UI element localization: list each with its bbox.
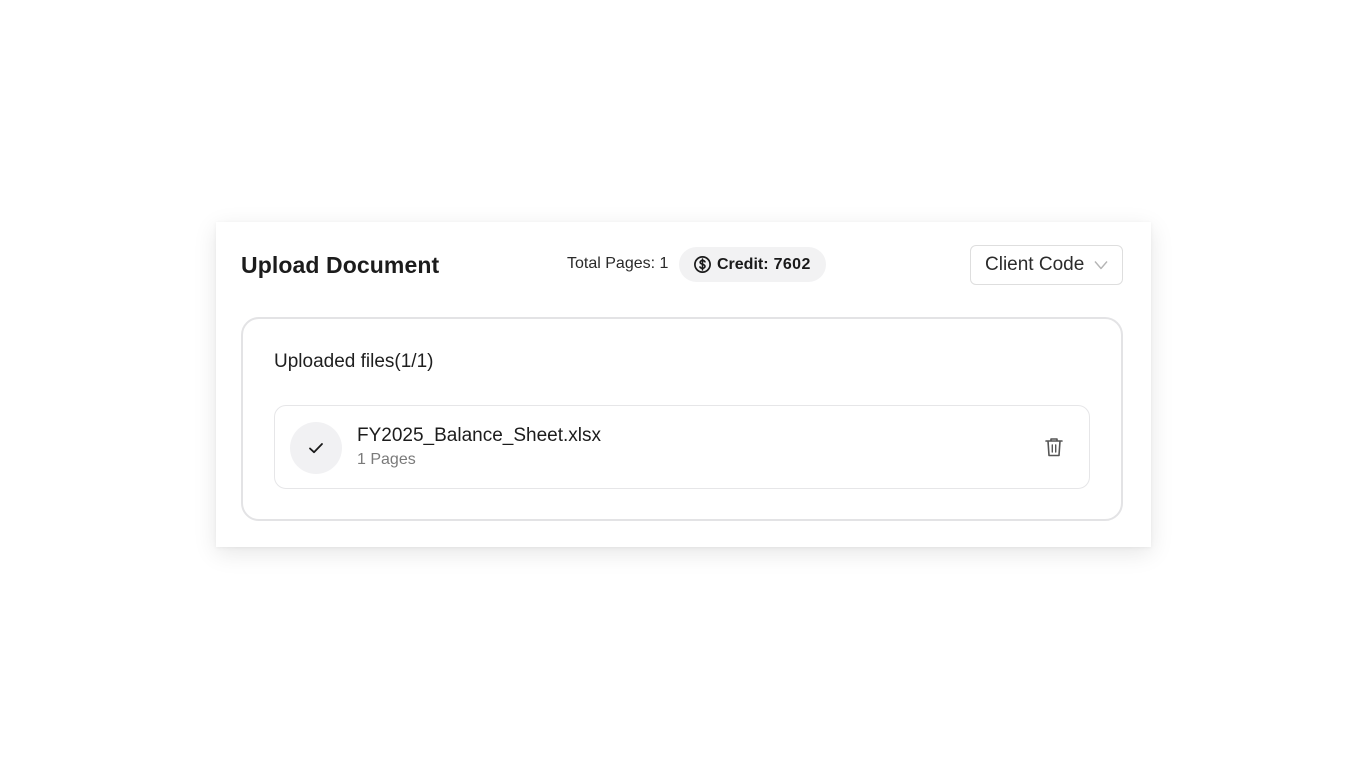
file-name: FY2025_Balance_Sheet.xlsx	[357, 425, 601, 446]
total-pages-text: Total Pages: 1	[567, 255, 669, 272]
file-pages: 1 Pages	[357, 451, 416, 468]
credit-badge: Credit: 7602	[679, 247, 826, 282]
dollar-circle-icon	[693, 255, 712, 274]
credit-value: 7602	[773, 255, 811, 273]
uploaded-files-heading: Uploaded files(1/1)	[274, 351, 434, 372]
upload-document-card: Upload Document Total Pages: 1 Credit: 7…	[216, 222, 1151, 547]
credit-label: Credit:	[717, 255, 769, 273]
page-title: Upload Document	[241, 252, 440, 278]
client-code-label: Client Code	[985, 254, 1085, 275]
client-code-select[interactable]: Client Code	[970, 245, 1123, 285]
trash-icon[interactable]	[1043, 436, 1065, 458]
uploaded-files-panel: Uploaded files(1/1) FY2025_Balance_Sheet…	[241, 317, 1123, 521]
chevron-down-icon	[1093, 257, 1109, 273]
uploaded-file-item: FY2025_Balance_Sheet.xlsx 1 Pages	[274, 405, 1090, 489]
check-icon	[290, 422, 342, 474]
